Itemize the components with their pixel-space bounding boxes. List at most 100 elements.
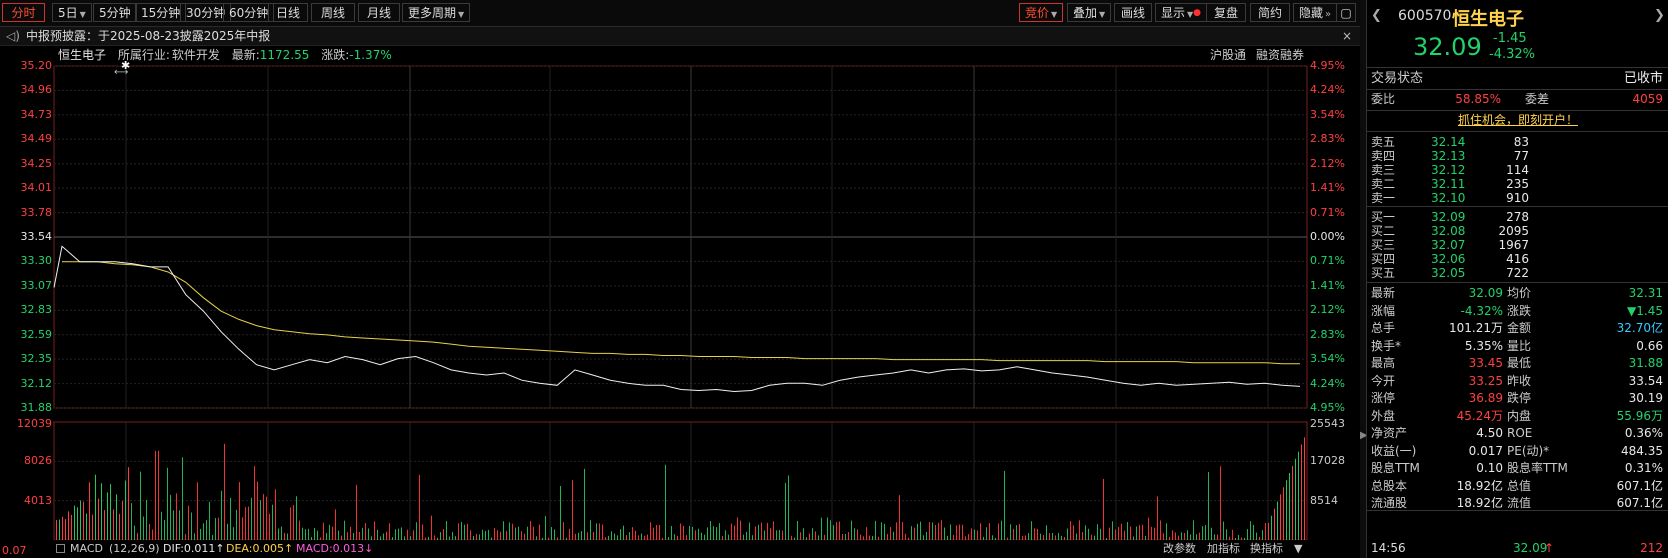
volume-bar bbox=[785, 482, 786, 540]
volume-bar bbox=[812, 528, 813, 540]
volume-bar bbox=[248, 506, 249, 540]
price-tick: 34.01 bbox=[20, 181, 53, 195]
volume-bar bbox=[800, 532, 801, 540]
label: 交易状态 bbox=[1371, 71, 1424, 86]
period-toolbar: 分时 5日 ▼ 5分钟 15分钟 30分钟 60分钟 日线 周线 月线 更多周期 ▼… bbox=[0, 0, 1360, 27]
replay-button[interactable]: 复盘 bbox=[1206, 3, 1246, 22]
percent-tick: 0.71% bbox=[1310, 254, 1345, 268]
tab-more-periods[interactable]: 更多周期 ▼ bbox=[402, 3, 471, 22]
volume-bar bbox=[1115, 529, 1116, 540]
volume-bar bbox=[1271, 515, 1272, 540]
volume-bar bbox=[506, 531, 507, 540]
caret-down-icon[interactable]: ▼ bbox=[1294, 540, 1302, 558]
next-stock-icon[interactable]: ❯ bbox=[1654, 8, 1665, 23]
macd-dif: DIF:0.011↑ bbox=[163, 542, 225, 555]
volume-bar bbox=[164, 519, 165, 540]
tab-daily[interactable]: 日线 bbox=[268, 3, 308, 22]
tab-label: 5日 bbox=[58, 6, 78, 20]
volume-bar bbox=[209, 501, 210, 540]
percent-tick: 1.41% bbox=[1310, 181, 1345, 195]
volume-bar bbox=[521, 531, 522, 540]
volume-bar bbox=[503, 521, 504, 540]
switch-indicator-button[interactable]: 换指标 bbox=[1250, 540, 1283, 558]
volume-bar bbox=[269, 513, 270, 540]
volume-bar bbox=[1160, 520, 1161, 540]
volume-bar bbox=[1067, 528, 1068, 540]
volume-bar bbox=[218, 517, 219, 540]
indicator-name[interactable]: MACD bbox=[70, 540, 103, 558]
volume-bar bbox=[1232, 529, 1233, 540]
volume-bar bbox=[215, 518, 216, 540]
volume-bar bbox=[332, 526, 333, 540]
volume-bar bbox=[950, 524, 951, 540]
promo-row[interactable]: 抓住机会，即刻开户！ bbox=[1367, 112, 1668, 129]
tab-15min[interactable]: 15分钟 bbox=[135, 3, 187, 22]
volume-bar bbox=[203, 523, 204, 540]
volume-bar bbox=[1016, 525, 1017, 540]
stat-value: 18.92亿 bbox=[1456, 478, 1503, 493]
stat-value: 32.09 bbox=[1468, 286, 1503, 300]
average-price-line bbox=[62, 261, 1300, 365]
announcement-text[interactable]: 中报预披露：于2025-08-23披露2025年中报 bbox=[26, 27, 270, 45]
price-tick: 33.30 bbox=[20, 254, 53, 268]
overlay-button[interactable]: 叠加 ▼ bbox=[1067, 3, 1112, 22]
volume-tick: 12039 bbox=[17, 417, 52, 430]
hide-button[interactable]: 隐藏» bbox=[1293, 3, 1338, 22]
volume-bar bbox=[935, 525, 936, 540]
volume-bar bbox=[194, 533, 195, 540]
draw-button[interactable]: 画线 bbox=[1114, 3, 1152, 22]
volume-bar bbox=[335, 509, 336, 540]
lock-button[interactable]: ▢ bbox=[1336, 3, 1356, 22]
volume-bar bbox=[416, 522, 417, 540]
tab-intraday[interactable]: 分时 bbox=[2, 3, 45, 22]
volume-bar bbox=[1079, 520, 1080, 540]
divider bbox=[1367, 110, 1668, 111]
chevron-down-icon: ▼ bbox=[1099, 10, 1106, 19]
checkbox-icon[interactable] bbox=[56, 544, 65, 553]
tick-row: 14:56 32.09 ↑ 212 bbox=[1367, 540, 1668, 557]
stat-row: 涨停 36.89 跌停 30.19 bbox=[1367, 390, 1668, 407]
volume-bar bbox=[329, 524, 330, 540]
volume-bar bbox=[116, 494, 117, 540]
simple-button[interactable]: 简约 bbox=[1250, 3, 1290, 22]
volume-bar bbox=[896, 522, 897, 540]
auction-button[interactable]: 竞价 ▼ bbox=[1019, 3, 1064, 22]
volume-bar bbox=[977, 530, 978, 540]
volume-bar bbox=[278, 528, 279, 540]
edit-params-button[interactable]: 改参数 bbox=[1163, 540, 1196, 558]
volume-bar bbox=[284, 532, 285, 540]
volume-bar bbox=[1247, 529, 1248, 540]
volume-bar bbox=[92, 514, 93, 540]
tab-5min[interactable]: 5分钟 bbox=[93, 3, 137, 22]
tab-60min[interactable]: 60分钟 bbox=[223, 3, 275, 22]
volume-bar bbox=[1139, 525, 1140, 540]
stat-label: 跌停 bbox=[1507, 391, 1532, 405]
add-indicator-button[interactable]: 加指标 bbox=[1207, 540, 1240, 558]
volume-bar bbox=[191, 512, 192, 540]
volume-bar bbox=[827, 517, 828, 540]
volume-tick: 8026 bbox=[24, 454, 52, 468]
volume-bar bbox=[1004, 470, 1005, 540]
close-icon[interactable]: × bbox=[1342, 27, 1352, 45]
volume-bar bbox=[926, 531, 927, 540]
tab-monthly[interactable]: 月线 bbox=[358, 3, 400, 22]
volume-bar bbox=[374, 521, 375, 540]
stat-row: 换手* 5.35% 量比 0.66 bbox=[1367, 338, 1668, 355]
volume-bar bbox=[1001, 520, 1002, 540]
volume-bar bbox=[401, 527, 402, 540]
intraday-chart[interactable]: ⟷ ✱ bbox=[0, 45, 1360, 558]
volume-bar bbox=[1118, 526, 1119, 540]
open-account-link[interactable]: 抓住机会，即刻开户！ bbox=[1367, 112, 1668, 129]
volume-bar bbox=[554, 529, 555, 540]
volume-bar bbox=[890, 527, 891, 540]
tab-5day[interactable]: 5日 ▼ bbox=[52, 3, 92, 22]
percent-tick: 4.95% bbox=[1310, 59, 1345, 72]
volume-bar bbox=[1157, 496, 1158, 540]
stat-value: 33.45 bbox=[1468, 356, 1503, 370]
display-button[interactable]: 显示 ▼● bbox=[1155, 3, 1208, 22]
volume-bar bbox=[206, 520, 207, 540]
prev-stock-icon[interactable]: ❮ bbox=[1371, 8, 1382, 23]
tab-weekly[interactable]: 周线 bbox=[311, 3, 355, 22]
volume-bar bbox=[1148, 517, 1149, 540]
stat-label: 今开 bbox=[1371, 373, 1396, 388]
